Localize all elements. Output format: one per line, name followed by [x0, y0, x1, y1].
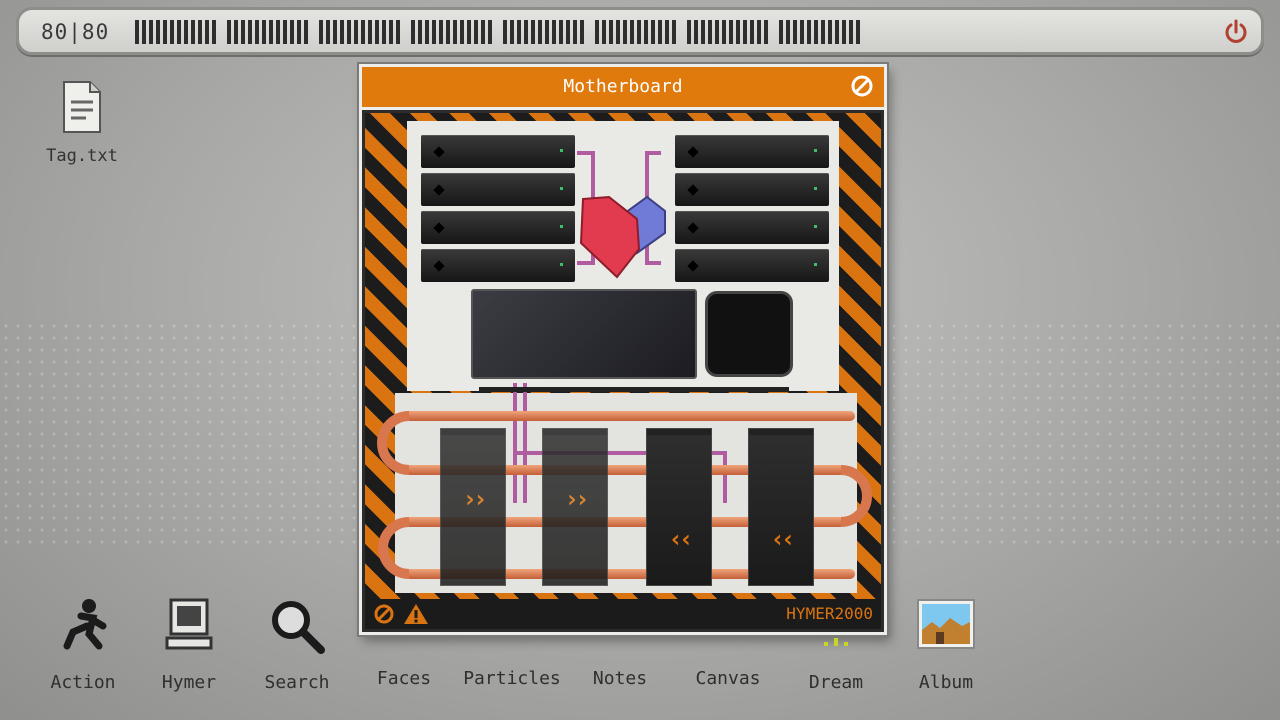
health-readout: 80|80 [41, 20, 110, 44]
faces-icon [374, 596, 434, 656]
file-label: Tag.txt [46, 146, 118, 166]
cooling-fan[interactable]: ‹‹ [647, 429, 711, 585]
dock-item-action[interactable]: Action [33, 596, 133, 693]
album-icon [917, 599, 975, 649]
magnifier-icon [272, 601, 325, 654]
cooling-fan[interactable]: ‹‹ [749, 429, 813, 585]
dock-item-dream[interactable]: Dream [786, 596, 886, 693]
dock-item-search[interactable]: Search [247, 596, 347, 693]
cooling-fan[interactable]: ›› [441, 429, 505, 585]
dock-label: Notes [592, 668, 648, 689]
dock-item-album[interactable]: Album [896, 596, 996, 693]
health-bar [135, 20, 861, 44]
text-file-icon [63, 81, 101, 133]
dock-label: Search [264, 672, 330, 693]
computer-icon [165, 598, 213, 650]
dock-label: Hymer [161, 672, 217, 693]
top-status-bar: 80|80 [16, 7, 1264, 55]
health-bar-segment [503, 20, 585, 44]
motherboard-hazard-board: ›› ›› ‹‹ ‹‹ [365, 113, 881, 603]
health-bar-segment [779, 20, 861, 44]
dock-item-canvas[interactable]: Canvas [678, 596, 778, 689]
canvas-icon [698, 596, 758, 656]
dock-label: Dream [808, 672, 864, 693]
health-bar-segment [687, 20, 769, 44]
dock-label: Particles [463, 668, 561, 689]
dock-item-notes[interactable]: Notes [570, 596, 670, 689]
cooling-fan[interactable]: ›› [543, 429, 607, 585]
dock-label: Action [50, 672, 116, 693]
health-bar-segment [595, 20, 677, 44]
fan-arrow: ‹‹ [770, 525, 796, 553]
particles-icon [482, 596, 542, 656]
desktop-file-tag[interactable]: Tag.txt [40, 80, 124, 166]
dock-item-hymer[interactable]: Hymer [139, 596, 239, 693]
running-figure-icon [63, 599, 107, 650]
health-bar-segment [135, 20, 217, 44]
power-icon[interactable] [1223, 19, 1249, 45]
health-bar-segment [319, 20, 401, 44]
health-bar-segment [411, 20, 493, 44]
dock-label: Canvas [695, 668, 761, 689]
dream-icon [824, 638, 848, 646]
fan-arrow: ›› [462, 485, 488, 513]
dock-label: Album [918, 672, 974, 693]
dock-item-particles[interactable]: Particles [462, 596, 562, 689]
dock-label: Faces [376, 668, 432, 689]
health-bar-segment [227, 20, 309, 44]
no-entry-icon[interactable] [850, 74, 874, 98]
window-title: Motherboard [563, 76, 683, 97]
notes-icon [590, 596, 650, 656]
motherboard-window: Motherboard ›› ›› ‹‹ ‹‹ HYMER2000 [359, 64, 887, 635]
fan-arrow: ‹‹ [668, 525, 694, 553]
dock-item-faces[interactable]: Faces [354, 596, 454, 689]
fan-arrow: ›› [564, 485, 590, 513]
window-titlebar[interactable]: Motherboard [362, 67, 884, 110]
